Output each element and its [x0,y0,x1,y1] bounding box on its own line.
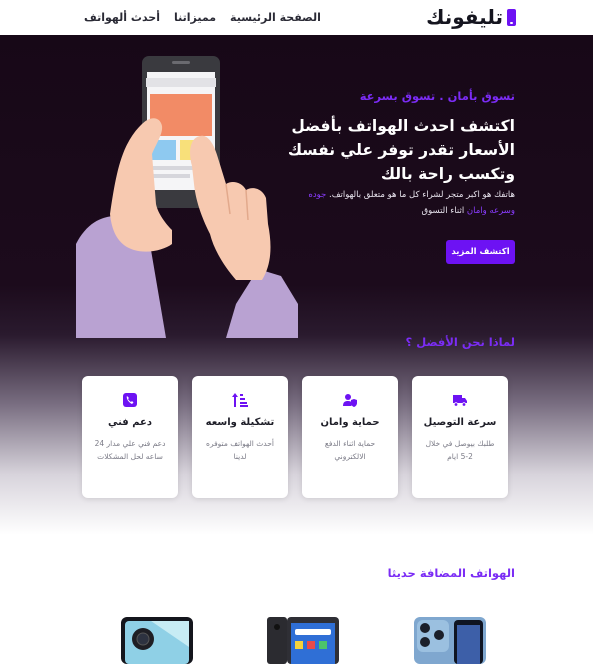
hero-title: اكتشف احدث الهواتف بأفضل الأسعار تقدر تو… [287,117,515,183]
nav-features-link[interactable]: مميزاتنا [174,11,216,24]
features-cards: سرعة التوصيل طلبك بيوصل في خلال 2-5 ايام… [81,376,508,498]
feature-card-text: حماية اثناء الدفع الالكتروني [324,439,376,461]
feature-card-delivery: سرعة التوصيل طلبك بيوصل في خلال 2-5 ايام [412,376,508,498]
user-shield-icon [343,394,357,407]
feature-card-support: دعم فني دعم فني علي مدار 24 ساعه لحل الم… [82,376,178,498]
site-header: الصفحة الرئيسية مميزاتنا أحدث ألهواتف تل… [0,0,593,35]
logo-text: تليفونك [426,5,503,29]
feature-card-security: حماية وامان حماية اثناء الدفع الالكتروني [302,376,398,498]
main-nav: الصفحة الرئيسية مميزاتنا أحدث ألهواتف [84,11,321,24]
feature-card-title: حماية وامان [320,417,380,428]
sort-list-icon [232,393,248,407]
why-us-title: لماذا نحن الأفضل ؟ [405,335,515,349]
feature-card-text: دعم فني علي مدار 24 ساعه لحل المشكلات [94,439,166,461]
hero-desc-main: هاتفك هو اكبر متجر لشراء كل ما هو متعلق … [329,190,515,200]
phone-support-icon [123,393,137,407]
nav-latest-phones-link[interactable]: أحدث ألهواتف [84,11,160,24]
feature-card-text: أحدث الهواتف متوفره لدينا [206,439,274,461]
feature-card-title: تشكيلة واسعه [205,417,275,428]
hero-tagline: تسوق بأمان . تسوق بسرعة [359,89,515,103]
phone-image-2[interactable] [267,617,339,664]
feature-card-variety: تشكيلة واسعه أحدث الهواتف متوفره لدينا [192,376,288,498]
hero-description: هاتفك هو اكبر متجر لشراء كل ما هو متعلق … [299,187,515,219]
feature-card-title: سرعة التوصيل [423,417,497,428]
nav-home-link[interactable]: الصفحة الرئيسية [230,11,321,24]
phone-image-3[interactable] [414,617,486,664]
feature-card-text: طلبك بيوصل في خلال 2-5 ايام [425,439,495,461]
hand-holding-phone-illustration [76,56,298,338]
phone-image-1[interactable] [121,617,193,664]
discover-more-button[interactable]: اكتشف المزيد [446,240,515,264]
logo[interactable]: تليفونك [426,5,516,29]
hero-desc-end: اثناء التسوق [421,206,465,216]
phone-logo-icon [507,8,516,26]
truck-icon [453,395,467,407]
new-phones-title: الهواتف المضافة حديثا [387,566,515,580]
feature-card-title: دعم فني [107,417,153,428]
